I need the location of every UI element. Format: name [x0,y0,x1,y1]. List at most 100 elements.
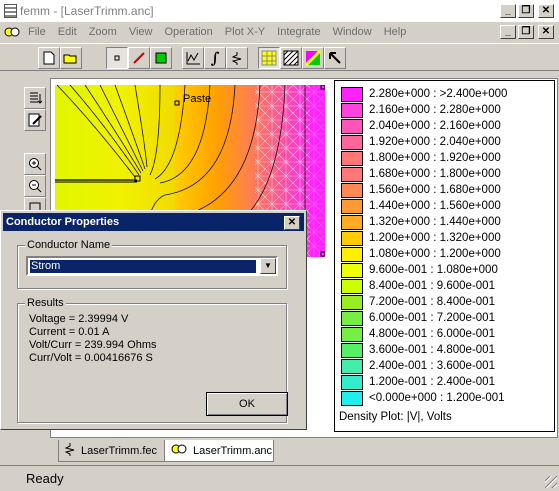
result-voltage: Voltage = 2.39994 V [29,313,129,325]
status-text: Ready [26,471,64,486]
plot-xy-icon[interactable] [182,47,204,69]
menu-plot-xy[interactable]: Plot X-Y [225,26,265,38]
legend-row: 1.680e+000 : 1.800e+000 [341,166,501,182]
menu-operation[interactable]: Operation [164,26,212,38]
result-current: Current = 0.01 A [29,326,110,338]
new-file-icon[interactable] [38,47,60,69]
legend-swatch [341,214,363,230]
legend-row: 1.320e+000 : 1.440e+000 [341,214,501,230]
arrow-plot-icon[interactable] [324,47,346,69]
legend-swatch [341,278,363,294]
tab-laser-trimm-anc[interactable]: LaserTrimm.anc [164,440,274,462]
toolbar: ∫ [0,43,559,71]
legend-swatch [341,86,363,102]
zoom-out-icon[interactable] [24,175,46,197]
doc-minimize-button[interactable]: _ [500,25,516,39]
window-title: femm - [LaserTrimm.anc] [20,4,154,18]
legend-caption: Density Plot: |V|, Volts [339,411,452,423]
menu-help[interactable]: Help [384,26,407,38]
maximize-button[interactable]: ❐ [518,4,534,18]
legend-range-text: 2.160e+000 : 2.280e+000 [369,104,501,116]
legend-range-text: 1.680e+000 : 1.800e+000 [369,168,501,180]
paste-region-label: Paste [183,93,212,105]
legend-range-text: 1.560e+000 : 1.680e+000 [369,184,501,196]
chevron-down-icon[interactable]: ▼ [260,258,276,274]
legend-row: 1.920e+000 : 2.040e+000 [341,134,501,150]
close-button[interactable]: ✕ [538,4,554,18]
zoom-in-icon[interactable] [24,153,46,175]
legend-row: 6.000e-001 : 7.200e-001 [341,310,495,326]
legend-row: 2.400e-001 : 3.600e-001 [341,358,495,374]
result-curr-volt: Curr/Volt = 0.00416676 S [29,352,153,364]
list-view-icon[interactable] [24,87,46,109]
tab-label: LaserTrimm.fec [81,444,157,457]
doc-close-button[interactable]: ✕ [538,25,554,39]
legend-swatch [341,294,363,310]
menu-edit[interactable]: Edit [58,26,77,38]
contour-mode-icon[interactable] [128,47,150,69]
legend-range-text: 1.800e+000 : 1.920e+000 [369,152,501,164]
tab-label: LaserTrimm.anc [193,444,273,457]
grid-icon[interactable] [258,47,280,69]
legend-range-text: 4.800e-001 : 6.000e-001 [369,328,495,340]
legend-range-text: 9.600e-001 : 1.080e+000 [369,264,498,276]
fec-file-icon [64,442,75,459]
legend-swatch [341,150,363,166]
legend-swatch [341,374,363,390]
legend-row: 7.200e-001 : 8.400e-001 [341,294,495,310]
legend-swatch [341,134,363,150]
document-tabs: LaserTrimm.fec LaserTrimm.anc [52,440,557,462]
document-icon[interactable] [4,25,22,39]
legend-row: 8.400e-001 : 9.600e-001 [341,278,495,294]
legend-row: <0.000e+000 : 1.200e-001 [341,390,505,406]
legend-range-text: 7.200e-001 : 8.400e-001 [369,296,495,308]
legend-range-text: 3.600e-001 : 4.800e-001 [369,344,495,356]
femm-app-icon[interactable] [4,4,17,18]
show-mesh-icon[interactable] [280,47,302,69]
legend-row: 3.600e-001 : 4.800e-001 [341,342,495,358]
legend-row: 1.560e+000 : 1.680e+000 [341,182,501,198]
menu-integrate[interactable]: Integrate [277,26,320,38]
edit-properties-icon[interactable] [24,109,46,131]
conductor-name-select[interactable]: Strom ▼ [26,256,278,276]
open-folder-icon[interactable] [60,47,82,69]
integrate-icon[interactable]: ∫ [204,47,226,69]
density-plot-icon[interactable] [302,47,324,69]
legend-row: 1.200e-001 : 2.400e-001 [341,374,495,390]
status-bar: Ready [0,465,559,490]
circuit-props-icon[interactable] [226,47,248,69]
point-mode-icon[interactable] [106,47,128,69]
resize-grip[interactable] [545,476,557,488]
doc-restore-button[interactable]: ❐ [518,25,534,39]
legend-row: 2.040e+000 : 2.160e+000 [341,118,501,134]
menu-view[interactable]: View [129,26,153,38]
legend-range-text: <0.000e+000 : 1.200e-001 [369,392,505,404]
tab-laser-trimm-fec[interactable]: LaserTrimm.fec [58,440,166,462]
minimize-button[interactable]: _ [500,4,516,18]
legend-swatch [341,262,363,278]
menu-bar: File Edit Zoom View Operation Plot X-Y I… [0,22,559,42]
legend-row: 2.160e+000 : 2.280e+000 [341,102,501,118]
legend-swatch [341,166,363,182]
legend-row: 1.200e+000 : 1.320e+000 [341,230,501,246]
legend-swatch [341,390,363,406]
legend-row: 1.080e+000 : 1.200e+000 [341,246,501,262]
legend-swatch [341,342,363,358]
legend-range-text: 1.320e+000 : 1.440e+000 [369,216,501,228]
legend-swatch [341,182,363,198]
ok-button[interactable]: OK [206,392,288,416]
legend-range-text: 1.200e+000 : 1.320e+000 [369,232,501,244]
conductor-name-value: Strom [30,260,256,273]
anc-file-icon [171,443,187,458]
legend-range-text: 2.040e+000 : 2.160e+000 [369,120,501,132]
dialog-close-button[interactable]: ✕ [284,216,300,230]
menu-window[interactable]: Window [333,26,372,38]
legend-swatch [341,358,363,374]
legend-range-text: 1.440e+000 : 1.560e+000 [369,200,501,212]
menu-zoom[interactable]: Zoom [89,26,117,38]
title-bar: femm - [LaserTrimm.anc] _ ❐ ✕ [0,0,559,22]
legend-range-text: 2.280e+000 : >2.400e+000 [369,88,508,100]
area-mode-icon[interactable] [150,47,172,69]
legend-swatch [341,118,363,134]
menu-file[interactable]: File [28,26,46,38]
